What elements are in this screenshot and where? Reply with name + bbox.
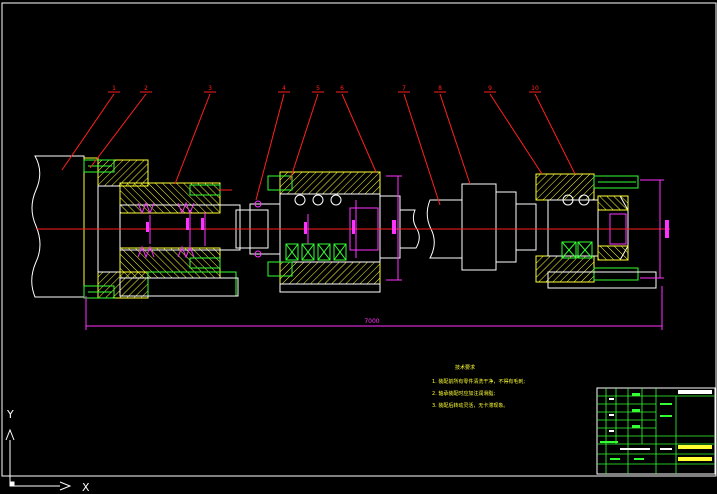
ucs-icon xyxy=(5,428,72,491)
balloon-label: 5 xyxy=(316,85,320,92)
drawing-border xyxy=(1,2,717,477)
ucs-y-label: Y xyxy=(6,408,14,421)
balloon-label: 7 xyxy=(402,85,406,92)
tech-requirement-item: 3. 装配后转动灵活，无卡滞现象。 xyxy=(432,402,508,409)
tech-requirements-title: 技术要求 xyxy=(455,364,475,371)
balloon-labels: 1 2 3 4 5 6 7 8 9 10 xyxy=(112,85,539,92)
cad-drawing: 7000 1 2 3 4 5 6 7 8 9 10 技术要求 1. 装配前所有零… xyxy=(1,2,717,494)
ucs-x-label: X xyxy=(82,481,90,494)
tech-requirements: 技术要求 1. 装配前所有零件清洗干净，不得有毛刺; 2. 轴承装配时应加注润滑… xyxy=(432,364,525,409)
balloon-label: 6 xyxy=(340,85,344,92)
tech-requirement-item: 2. 轴承装配时应加注润滑脂; xyxy=(432,390,495,397)
balloon-label: 3 xyxy=(208,85,212,92)
balloon-label: 4 xyxy=(282,85,286,92)
balloon-label: 8 xyxy=(438,85,442,92)
balloon-label: 10 xyxy=(531,85,539,92)
title-block xyxy=(596,387,716,475)
balloon-label: 9 xyxy=(488,85,492,92)
dimension-text-markers xyxy=(146,218,669,238)
right-bearing-housing xyxy=(535,173,639,283)
overall-dimension-text: 7000 xyxy=(364,318,379,325)
left-main-shaft xyxy=(31,155,85,298)
coupling xyxy=(461,183,537,271)
bearing-housing xyxy=(267,171,401,285)
balloon-label: 2 xyxy=(144,85,148,92)
tech-requirement-item: 1. 装配前所有零件清洗干净，不得有毛刺; xyxy=(432,378,525,385)
cad-drawing-canvas[interactable]: 7000 1 2 3 4 5 6 7 8 9 10 技术要求 1. 装配前所有零… xyxy=(0,0,717,494)
balloon-label: 1 xyxy=(112,85,116,92)
